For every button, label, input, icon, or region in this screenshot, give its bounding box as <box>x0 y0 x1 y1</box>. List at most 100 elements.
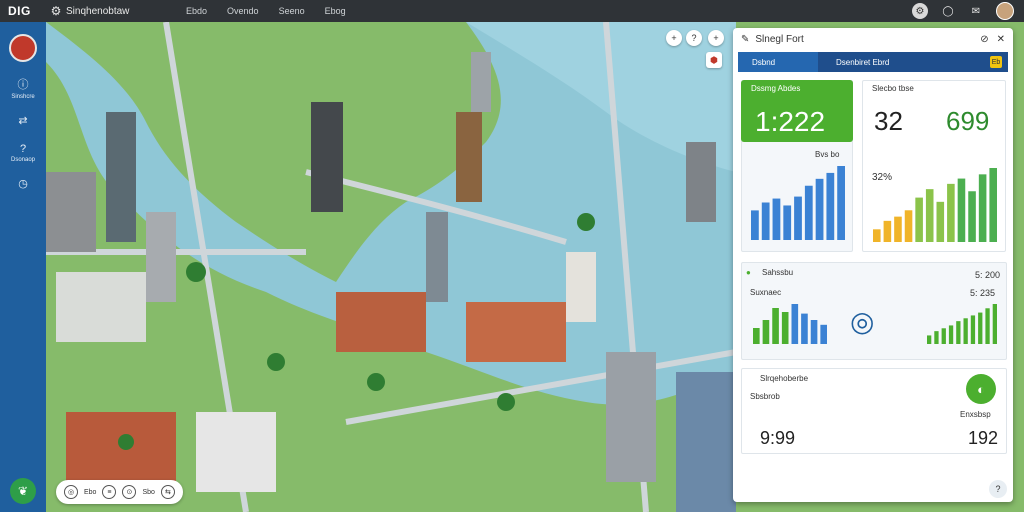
kpi-value: 1:222 <box>755 106 826 137</box>
profile-avatar[interactable] <box>9 34 37 62</box>
chart1-label: Bvs bo <box>815 150 840 159</box>
panel-tabs: Dsbnd Dsenbiret Ebrd Eb <box>738 52 1008 72</box>
chart-bar <box>963 318 968 344</box>
chart-bar <box>810 320 818 344</box>
tab-dashboard[interactable]: Dsbnd <box>738 52 818 72</box>
toolbar-label-1[interactable]: Ebo <box>84 489 96 496</box>
target-icon[interactable]: ⊙ <box>122 485 137 499</box>
chart-bar <box>781 312 789 344</box>
settings-icon[interactable]: ⚙ <box>912 3 928 19</box>
chart-bar <box>978 312 983 344</box>
chart-bar <box>941 328 946 344</box>
app-logo: DIG <box>8 4 31 18</box>
section3-value-a: 9:99 <box>760 428 796 448</box>
chart-bar <box>783 205 792 240</box>
chart-bar <box>815 178 824 240</box>
add-button[interactable]: + <box>708 30 724 46</box>
section3-right-sub: Enxsbsp <box>960 410 991 419</box>
bar-chart-2 <box>873 168 997 242</box>
close-icon[interactable]: ✕ <box>997 34 1005 45</box>
chart-bar <box>927 335 932 344</box>
chart-bar <box>985 308 990 344</box>
map-marker-icon[interactable]: ⬢ <box>706 52 722 68</box>
chart-bar <box>794 196 802 240</box>
chart-bar <box>904 210 913 242</box>
refresh-icon[interactable]: ⊘ <box>980 34 988 45</box>
chart-bar <box>820 324 827 344</box>
panel-title: Slnegl Fort <box>755 33 804 45</box>
left-sidebar: ⓘ Sinshcre ⇄ ? Dsonaop ◷ ❦ <box>0 22 46 512</box>
clock-icon: ◷ <box>18 178 28 190</box>
chart-bar <box>970 315 976 344</box>
chart-bar <box>925 189 934 242</box>
info-icon: ⓘ <box>17 79 29 91</box>
chart-bar <box>978 174 987 242</box>
layers-icon[interactable]: ≡ <box>102 485 117 499</box>
help-icon: ? <box>19 143 27 155</box>
edit-icon[interactable]: ✎ <box>741 34 749 45</box>
toolbar-label-2[interactable]: Sbo <box>142 489 154 496</box>
gauge-icon: ◎ <box>850 306 875 337</box>
chart-bar <box>883 220 892 242</box>
menu-item-1[interactable]: Ebdo <box>176 6 217 16</box>
bar-chart-4 <box>927 304 997 344</box>
section2-right-sub: 5: 235 <box>970 288 996 298</box>
user-avatar[interactable] <box>996 2 1014 20</box>
share-icon[interactable]: ⇆ <box>160 485 175 499</box>
chart-bar <box>989 168 997 242</box>
chart-bar <box>934 331 939 344</box>
chart-bar <box>753 328 760 344</box>
chart-bar <box>751 210 759 240</box>
map-toolbar: ◎ Ebo ≡ ⊙ Sbo ⇆ <box>56 480 183 504</box>
section2-sublabel: Suxnaec <box>750 288 782 297</box>
section2-title: Sahssbu <box>762 268 794 277</box>
sidebar-item-4[interactable]: ◷ <box>18 177 28 192</box>
leaf-icon[interactable]: ❦ <box>10 478 36 504</box>
sidebar-item-label: Sinshcre <box>11 94 35 100</box>
chart-bar <box>772 308 779 344</box>
app-title: Sinqhenobtaw <box>66 5 130 17</box>
bar-chart-3 <box>753 304 827 344</box>
chart-bar <box>772 198 781 240</box>
action-button[interactable]: ◐ <box>966 374 996 404</box>
kpi2-value-b: 699 <box>946 106 990 136</box>
help-icon[interactable]: ? <box>989 480 1007 498</box>
tab-details[interactable]: Dsenbiret Ebrd <box>818 58 889 67</box>
locate-icon[interactable]: ◎ <box>64 485 78 499</box>
panel-header: ✎ Slnegl Fort ⊘ ✕ <box>733 28 1013 50</box>
section3-title: Slrqehoberbe <box>760 374 809 383</box>
chart-bar <box>936 201 945 242</box>
chart-bar <box>992 304 997 344</box>
chart-bar <box>826 172 835 240</box>
sidebar-item-1[interactable]: ⓘ Sinshcre <box>11 76 34 100</box>
section3-sublabel: Sbsbrob <box>750 392 780 401</box>
notification-icon[interactable]: ✉ <box>968 3 984 19</box>
app-window: DIG ⚙ Sinqhenobtaw Ebdo Ovendo Seeno Ebo… <box>0 0 1024 512</box>
zoom-in-button[interactable]: + <box>666 30 682 46</box>
chat-icon[interactable]: ◯ <box>940 3 956 19</box>
sidebar-item-label: Dsonaop <box>10 157 36 163</box>
menu-item-3[interactable]: Seeno <box>269 6 315 16</box>
kpi-highlight: Dssmg Abdes 1:222 <box>741 80 853 142</box>
gear-icon[interactable]: ⚙ <box>46 4 66 18</box>
chart-bar <box>801 313 808 344</box>
kpi2-label: Slecbo tbse <box>872 84 914 93</box>
top-bar: DIG ⚙ Sinqhenobtaw Ebdo Ovendo Seeno Ebo… <box>0 0 1024 22</box>
sidebar-item-2[interactable]: ⇄ <box>18 114 27 129</box>
kpi2-value-a: 32 <box>874 106 903 136</box>
chart-bar <box>791 304 799 344</box>
sidebar-item-3[interactable]: ? Dsonaop <box>11 143 35 163</box>
chart-bar <box>873 229 881 242</box>
tab-extra[interactable]: Eb <box>990 56 1002 68</box>
chart-bar <box>894 216 902 242</box>
chart-bar <box>956 321 961 344</box>
chart-bar <box>837 166 845 240</box>
chart-bar <box>761 202 770 240</box>
chart-bar <box>804 185 813 240</box>
chart-bar <box>948 325 954 344</box>
menu-item-2[interactable]: Ovendo <box>217 6 269 16</box>
menu-item-4[interactable]: Ebog <box>315 6 356 16</box>
section3-value-b: 192 <box>968 428 999 448</box>
chart-bar <box>968 191 976 242</box>
help-button[interactable]: ? <box>686 30 702 46</box>
